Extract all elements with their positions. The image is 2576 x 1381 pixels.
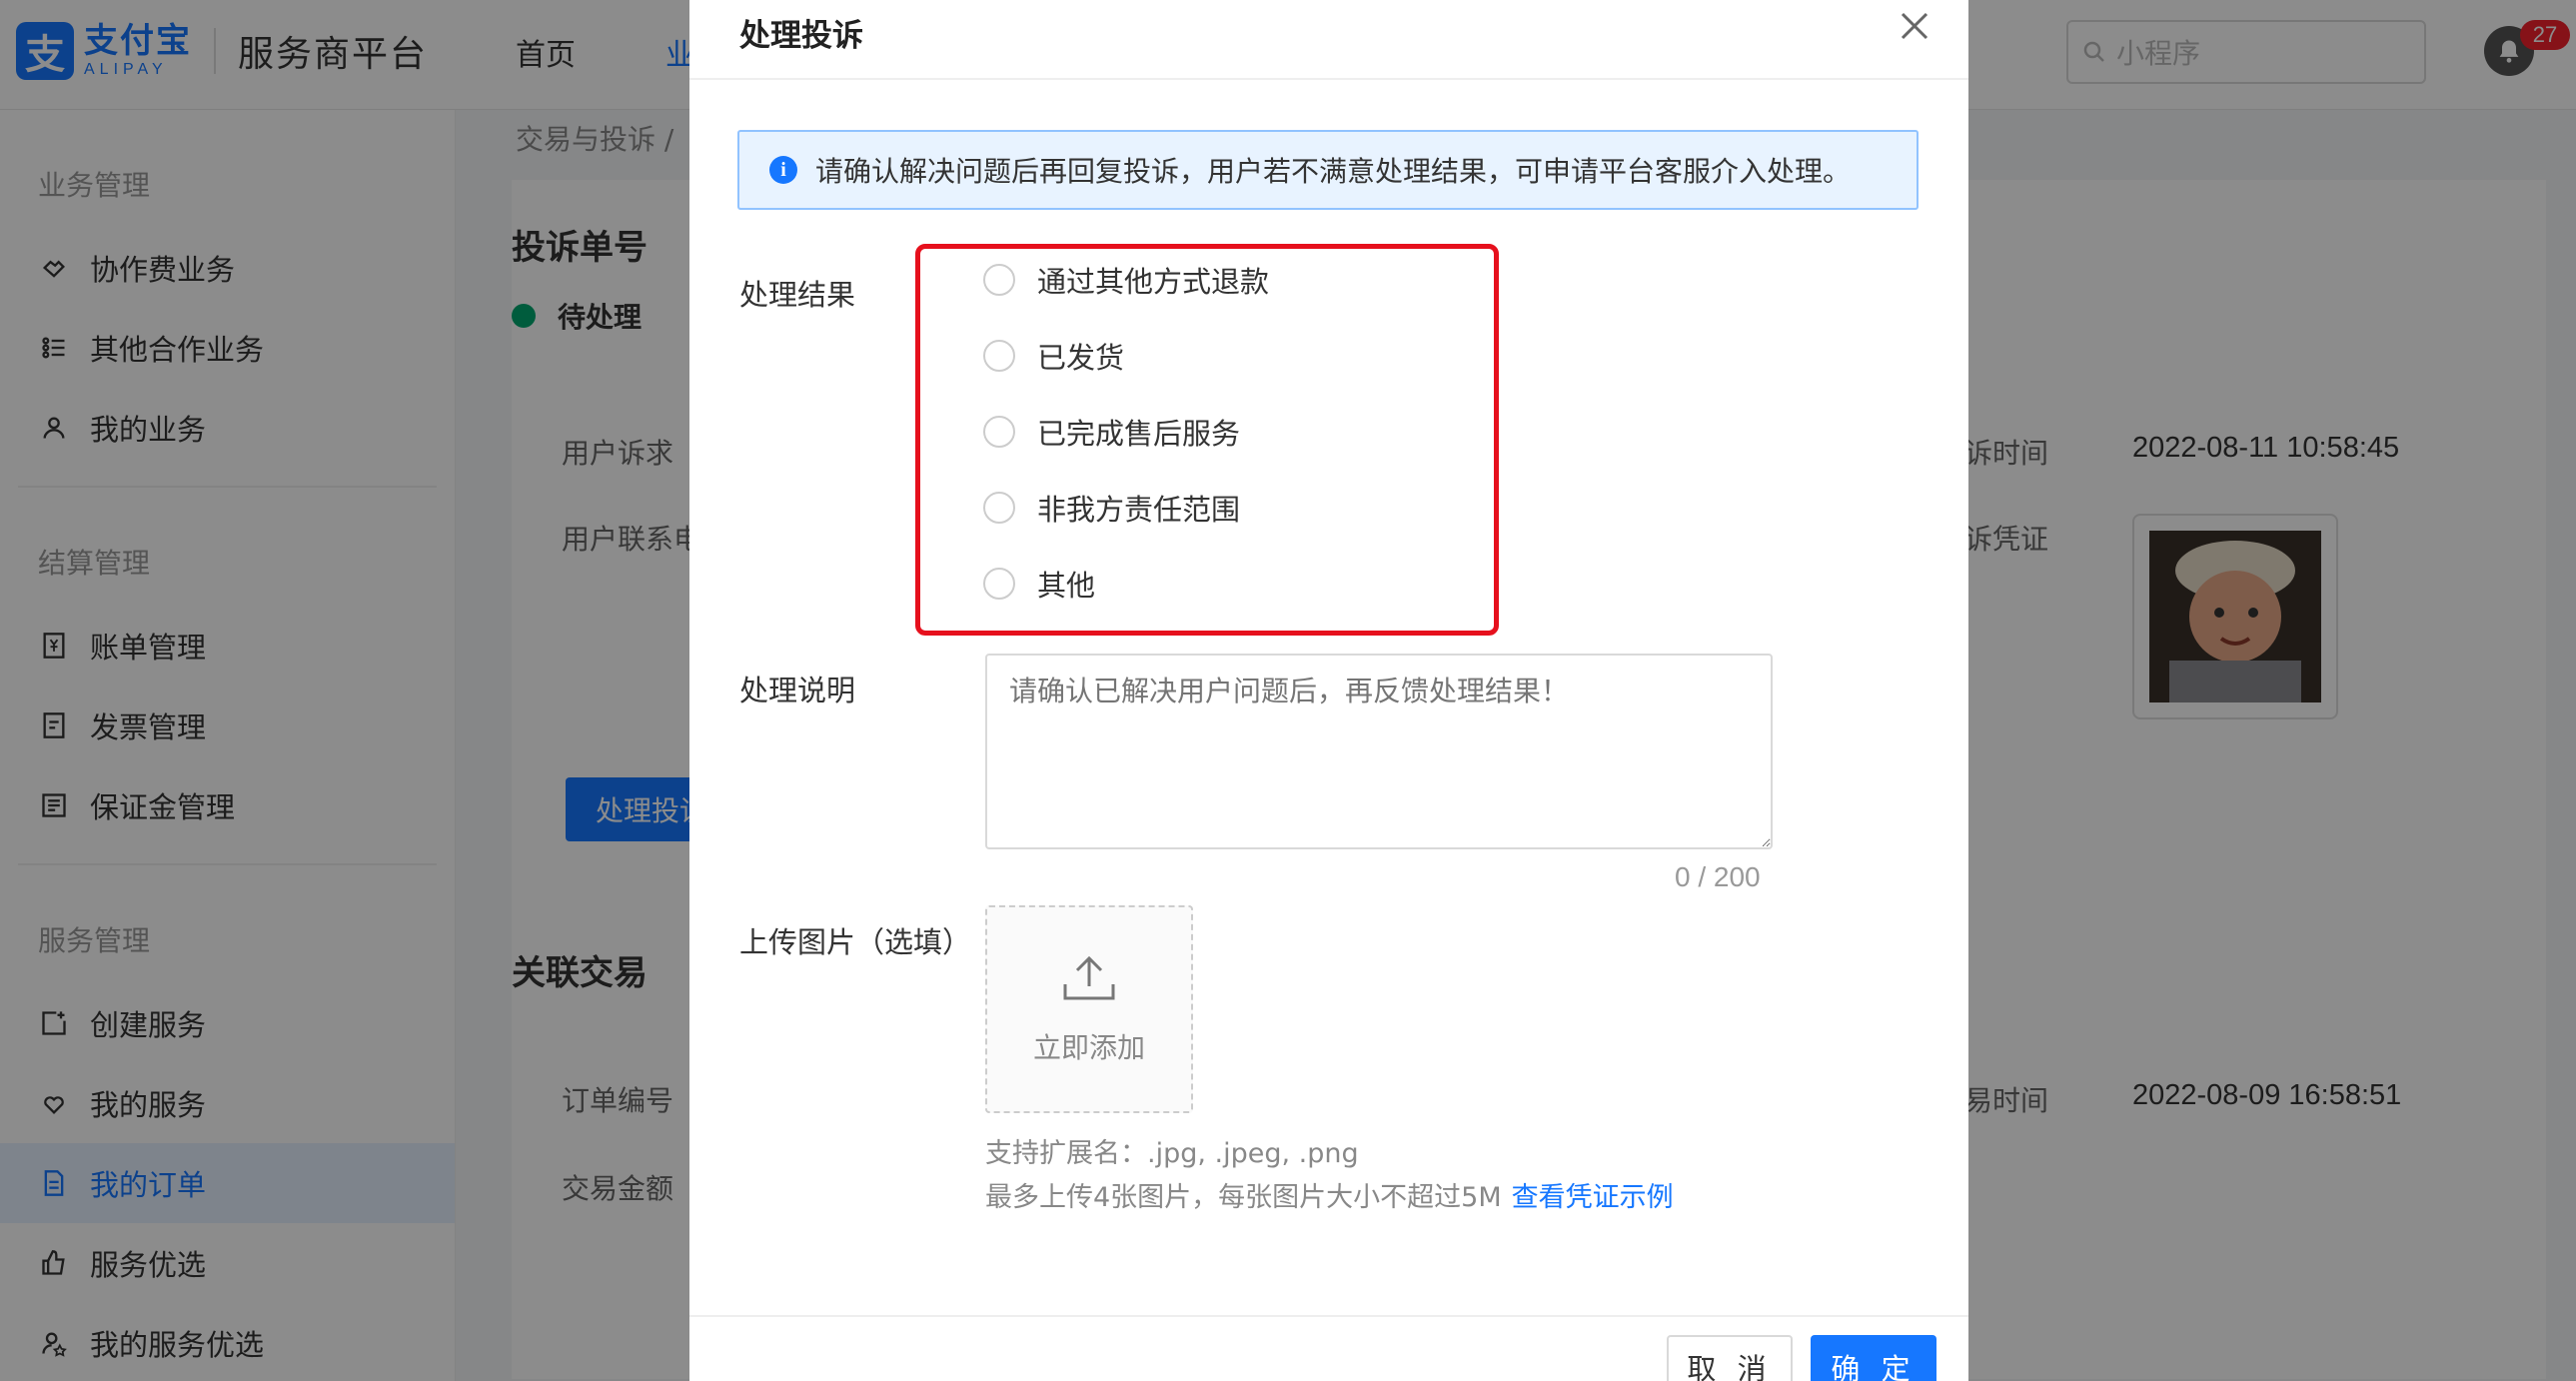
radio-option-shipped[interactable]: 已发货 (983, 336, 1124, 376)
upload-icon (1063, 955, 1115, 1000)
close-icon[interactable] (1897, 8, 1932, 44)
upload-text: 立即添加 (1032, 1031, 1145, 1064)
radio-button[interactable] (983, 492, 1015, 524)
radio-label: 非我方责任范围 (1037, 493, 1241, 527)
alert-text: 请确认解决问题后再回复投诉，用户若不满意处理结果，可申请平台客服介入处理。 (815, 155, 1852, 188)
radio-button[interactable] (983, 568, 1015, 600)
radio-label: 通过其他方式退款 (1037, 265, 1270, 299)
modal-title: 处理投诉 (739, 18, 863, 54)
cancel-button[interactable]: 取 消 (1667, 1335, 1793, 1381)
radio-option-other-refund[interactable]: 通过其他方式退款 (983, 260, 1269, 300)
char-counter: 0 / 200 (1675, 861, 1761, 892)
modal-header: 处理投诉 (689, 0, 1968, 80)
info-alert: i 请确认解决问题后再回复投诉，用户若不满意处理结果，可申请平台客服介入处理。 (737, 130, 1919, 210)
radio-label: 已完成售后服务 (1037, 417, 1241, 451)
desc-label: 处理说明 (739, 674, 856, 707)
radio-button[interactable] (983, 264, 1015, 296)
radio-button[interactable] (983, 416, 1015, 448)
radio-option-other[interactable]: 其他 (983, 564, 1095, 604)
radio-label: 已发货 (1037, 341, 1125, 375)
upload-hint-ext: 支持扩展名：.jpg, .jpeg, .png (985, 1138, 1359, 1169)
hint-limit-text: 最多上传4张图片，每张图片大小不超过5M (985, 1182, 1502, 1213)
radio-option-after-sales-done[interactable]: 已完成售后服务 (983, 412, 1240, 452)
upload-hint-limit: 最多上传4张图片，每张图片大小不超过5M 查看凭证示例 (985, 1175, 1674, 1214)
upload-button[interactable]: 立即添加 (985, 905, 1193, 1113)
confirm-button[interactable]: 确 定 (1811, 1335, 1936, 1381)
desc-textarea[interactable] (985, 654, 1773, 849)
radio-label: 其他 (1037, 569, 1096, 603)
radio-option-not-responsible[interactable]: 非我方责任范围 (983, 488, 1240, 528)
radio-button[interactable] (983, 340, 1015, 372)
view-example-link[interactable]: 查看凭证示例 (1512, 1182, 1674, 1213)
info-icon: i (769, 156, 797, 184)
result-label: 处理结果 (739, 278, 856, 312)
upload-label: 上传图片（选填） (739, 925, 972, 959)
handle-complaint-modal: 处理投诉 i 请确认解决问题后再回复投诉，用户若不满意处理结果，可申请平台客服介… (689, 0, 1968, 1381)
